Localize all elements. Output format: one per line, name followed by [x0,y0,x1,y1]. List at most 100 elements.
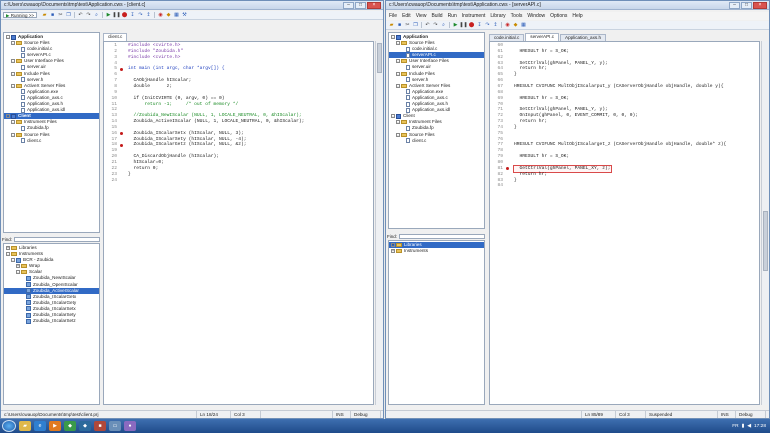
breakpoint-icon[interactable]: ◉ [504,22,511,29]
tree-item[interactable]: Zoubida_IScalarSetz [4,318,99,324]
collapse-icon[interactable]: - [11,71,15,76]
start-button[interactable] [2,420,16,432]
step-into-icon[interactable]: ↧ [129,12,136,19]
right-code-editor[interactable]: 60 61 HRESULT hr = S_OK; 62 63 SetCtrlVal(g… [489,41,760,405]
language-indicator[interactable]: FR [732,424,738,429]
menu-file[interactable]: File [389,13,397,19]
expand-icon[interactable]: + [391,249,395,254]
pause-icon[interactable]: ❚❚ [459,22,467,29]
expand-icon[interactable]: + [16,264,20,269]
collapse-icon[interactable]: - [391,35,395,40]
collapse-icon[interactable]: - [6,252,10,257]
network-icon[interactable]: ▮ [742,424,745,429]
breakpoint-icon[interactable]: ◉ [157,12,164,19]
collapse-icon[interactable]: - [11,120,15,125]
app-taskbar-icon[interactable]: ● [124,421,136,431]
left-find-input[interactable] [14,236,100,242]
collapse-icon[interactable]: - [11,83,15,88]
collapse-icon[interactable]: - [11,41,15,46]
right-scroll-thumb[interactable] [763,211,768,271]
menu-options[interactable]: Options [550,13,567,19]
step-out-icon[interactable]: ↥ [492,22,499,29]
collapse-icon[interactable]: - [396,59,400,64]
collapse-icon[interactable]: - [396,41,400,46]
variables-icon[interactable]: ▦ [520,22,527,29]
pause-icon[interactable]: ❚❚ [112,12,120,19]
window-taskbar-icon[interactable]: ▭ [109,421,121,431]
variables-icon[interactable]: ▦ [173,12,180,19]
collapse-icon[interactable]: - [6,35,10,40]
expand-icon[interactable]: + [6,246,10,251]
media-taskbar-icon[interactable]: ▶ [49,421,61,431]
menu-window[interactable]: Window [527,13,545,19]
collapse-icon[interactable]: - [11,59,15,64]
menu-edit[interactable]: Edit [402,13,411,19]
copy-icon[interactable]: ❐ [65,12,72,19]
cvi-taskbar-icon[interactable]: ◆ [64,421,76,431]
undo-icon[interactable]: ↶ [424,22,431,29]
breakpoint-icon[interactable] [120,67,123,71]
expand-icon[interactable]: + [391,243,395,248]
collapse-icon[interactable]: - [6,114,10,119]
left-editor-scrollbar[interactable] [375,41,383,405]
right-find-input[interactable] [399,233,485,239]
left-scroll-thumb[interactable] [377,43,382,73]
editor-tab[interactable]: client.c [103,33,128,41]
right-editor-scrollbar[interactable] [761,41,769,405]
cut-icon[interactable]: ✂ [404,22,411,29]
left-close-button[interactable]: × [367,2,381,9]
cut-icon[interactable]: ✂ [57,12,64,19]
stop-icon[interactable]: ⬤ [121,12,128,19]
left-maximize-button[interactable]: □ [355,2,366,9]
editor-tab[interactable]: Application_axs.h [560,34,607,41]
watch-icon[interactable]: ◆ [165,12,172,19]
right-minimize-button[interactable]: – [729,2,740,9]
collapse-icon[interactable]: - [11,258,15,263]
build-icon[interactable]: ⚒ [181,12,188,19]
stop-icon[interactable]: ⬤ [468,22,475,29]
collapse-icon[interactable]: - [396,71,400,76]
open-folder-icon[interactable]: ▰ [388,22,395,29]
menu-build[interactable]: Build [431,13,442,19]
tree-item[interactable]: client.c [389,138,484,144]
step-out-icon[interactable]: ↥ [145,12,152,19]
redo-icon[interactable]: ↷ [85,12,92,19]
collapse-icon[interactable]: - [391,114,395,119]
run-icon[interactable]: ▶ [452,22,459,29]
explorer-taskbar-icon[interactable]: ▰ [19,421,31,431]
collapse-icon[interactable]: - [396,83,400,88]
breakpoint-icon[interactable] [506,167,509,171]
tree-item[interactable]: + Instruments [389,248,484,254]
step-over-icon[interactable]: ↷ [137,12,144,19]
menu-instrument[interactable]: Instrument [462,13,486,19]
menu-tools[interactable]: Tools [511,13,523,19]
right-close-button[interactable]: × [753,2,767,9]
undo-icon[interactable]: ↶ [77,12,84,19]
save-icon[interactable]: ■ [396,22,403,29]
left-code-editor[interactable]: 1 #include <cvirte.h> 2 #include "Zoubida.h… [103,41,374,405]
step-over-icon[interactable]: ↷ [484,22,491,29]
browser-taskbar-icon[interactable]: e [34,421,46,431]
menu-view[interactable]: View [416,13,427,19]
editor-tab[interactable]: serverAPI.c [525,33,560,41]
copy-icon[interactable]: ❐ [412,22,419,29]
editor-tab[interactable]: code.initial.c [489,34,525,41]
step-into-icon[interactable]: ↧ [476,22,483,29]
collapse-icon[interactable]: - [396,120,400,125]
open-folder-icon[interactable]: ▰ [41,12,48,19]
watch-icon[interactable]: ◆ [512,22,519,29]
collapse-icon[interactable]: - [11,132,15,137]
tool-taskbar-icon[interactable]: ■ [94,421,106,431]
redo-icon[interactable]: ↷ [432,22,439,29]
collapse-icon[interactable]: - [16,270,20,275]
tree-item[interactable]: client.c [4,138,99,144]
breakpoint-icon[interactable] [120,143,123,147]
right-maximize-button[interactable]: □ [741,2,752,9]
left-minimize-button[interactable]: – [343,2,354,9]
menu-library[interactable]: Library [490,13,505,19]
clock[interactable]: 17:28 [754,424,766,429]
save-icon[interactable]: ■ [49,12,56,19]
breakpoint-icon[interactable] [120,132,123,136]
menu-help[interactable]: Help [572,13,582,19]
menu-run[interactable]: Run [448,13,457,19]
